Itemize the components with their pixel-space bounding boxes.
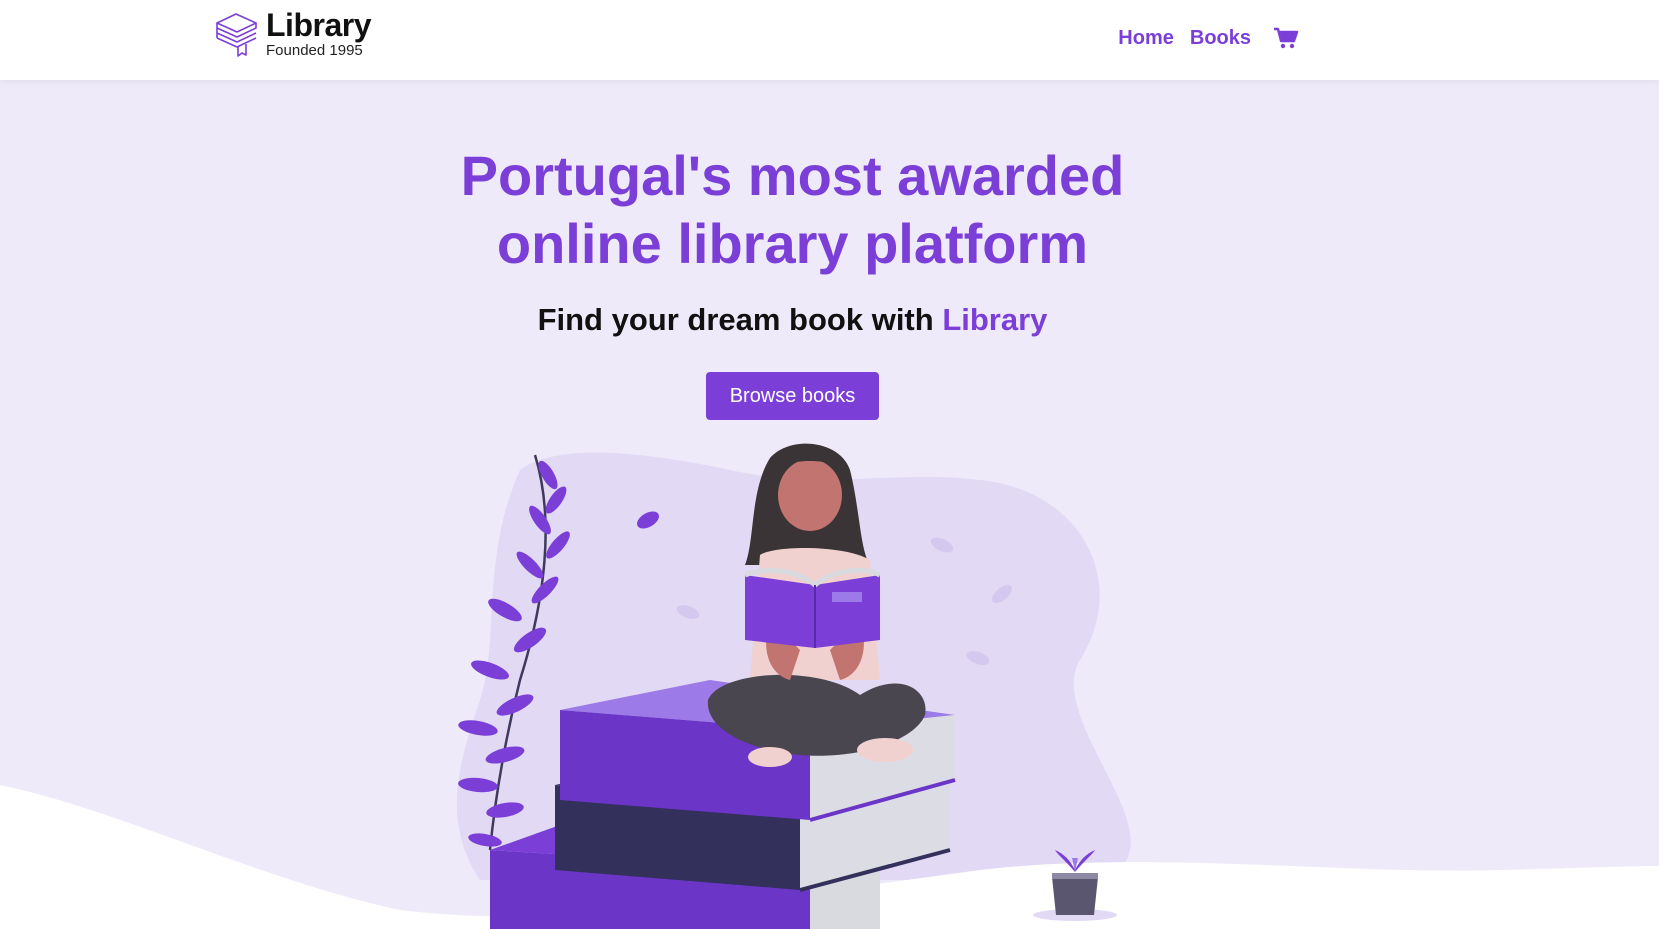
hero-subtitle: Find your dream book with Library (0, 300, 1585, 340)
hero-title: Portugal's most awarded online library p… (0, 142, 1585, 278)
hero-subtitle-brand: Library (942, 302, 1048, 337)
brand-logo[interactable]: Library Founded 1995 (214, 8, 371, 60)
brand-title: Library (266, 7, 371, 43)
brand-subtitle: Founded 1995 (266, 42, 363, 59)
nav-books-link[interactable]: Books (1190, 27, 1251, 50)
nav-links: Home Books (1102, 26, 1299, 50)
reading-woman-illustration (0, 443, 1659, 929)
browse-books-button[interactable]: Browse books (706, 372, 879, 420)
navbar: Library Founded 1995 Home Books (0, 0, 1659, 80)
hero-title-line1: Portugal's most awarded (460, 144, 1125, 207)
hero-subtitle-prefix: Find your dream book with (537, 302, 943, 337)
stacked-books-logo-icon (216, 13, 257, 57)
nav-home-link[interactable]: Home (1118, 27, 1174, 50)
hero-title-line2: online library platform (496, 212, 1089, 275)
shopping-cart-icon[interactable] (1273, 26, 1299, 50)
